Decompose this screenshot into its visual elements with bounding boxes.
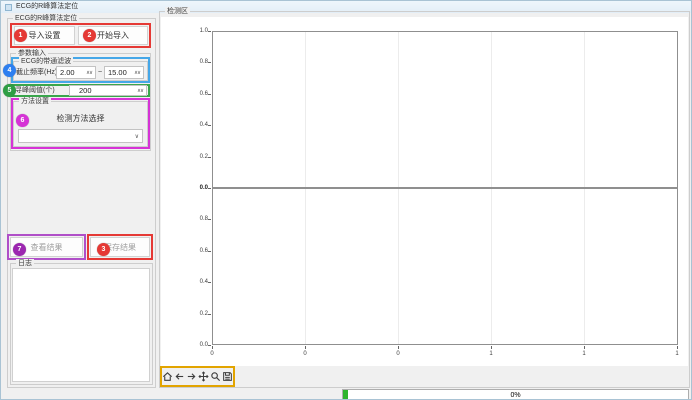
x-tick-label: 1 bbox=[481, 351, 501, 357]
window-title: ECG的R峰算法定位 bbox=[16, 3, 78, 11]
tick-mark bbox=[208, 62, 211, 63]
save-figure-icon[interactable] bbox=[222, 371, 233, 383]
tick-mark bbox=[208, 219, 211, 220]
method-combobox[interactable]: ∨ bbox=[18, 129, 143, 143]
tick-mark bbox=[491, 346, 492, 349]
zoom-icon[interactable] bbox=[210, 371, 221, 383]
bottom-subplot-axes bbox=[212, 188, 678, 345]
progress-bar: 0% bbox=[342, 389, 689, 400]
chevron-down-icon[interactable]: ∨ bbox=[135, 133, 139, 140]
forward-arrow-icon[interactable] bbox=[186, 371, 197, 383]
bandpass-frame-label: ECG的带通滤波 bbox=[19, 57, 73, 66]
log-frame-label: 日志 bbox=[16, 259, 34, 268]
app-icon bbox=[5, 4, 12, 11]
y-tick-label: 0.8 bbox=[189, 216, 208, 223]
annotation-marker-1: 1 bbox=[14, 29, 27, 42]
y-tick-label: 1.0 bbox=[189, 28, 208, 35]
tick-mark bbox=[208, 125, 211, 126]
y-tick-label: 0.2 bbox=[189, 154, 208, 161]
log-textarea[interactable] bbox=[12, 268, 150, 382]
top-subplot-axes bbox=[212, 31, 678, 188]
tick-mark bbox=[208, 31, 211, 32]
tick-mark bbox=[208, 345, 211, 346]
annotation-marker-2: 2 bbox=[83, 29, 96, 42]
annotation-marker-3: 3 bbox=[97, 243, 110, 256]
x-tick-label: 0 bbox=[295, 351, 315, 357]
progress-percentage: 0% bbox=[343, 391, 688, 400]
tick-mark bbox=[208, 251, 211, 252]
annotation-marker-4: 4 bbox=[3, 64, 16, 77]
method-select-label: 检测方法选择 bbox=[13, 114, 148, 123]
spin-down-icon[interactable]: ∨ bbox=[137, 70, 140, 76]
tick-mark bbox=[305, 346, 306, 349]
range-separator: ~ bbox=[98, 68, 102, 77]
tick-mark bbox=[208, 188, 211, 189]
cutoff-low-value: 2.00 bbox=[60, 68, 86, 77]
y-tick-label: 0.2 bbox=[189, 311, 208, 318]
tick-mark bbox=[677, 346, 678, 349]
detection-area-frame-label: 检测区 bbox=[165, 7, 190, 16]
cutoff-high-spinbox[interactable]: 15.00 ∧∨ bbox=[104, 66, 144, 79]
back-arrow-icon[interactable] bbox=[174, 371, 185, 383]
annotation-marker-5: 5 bbox=[3, 84, 16, 97]
tick-mark bbox=[208, 282, 211, 283]
plot-toolbar bbox=[162, 368, 233, 385]
tick-mark bbox=[212, 346, 213, 349]
tick-mark bbox=[208, 94, 211, 95]
annotation-marker-6: 6 bbox=[16, 114, 29, 127]
app-window: ECG的R峰算法定位 ECG的R峰算法定位 导入设置 开始导入 1 2 参数输入… bbox=[0, 0, 692, 400]
y-tick-label: 0.4 bbox=[189, 279, 208, 286]
tick-mark bbox=[584, 346, 585, 349]
peak-threshold-label: 寻峰阈值(个) bbox=[15, 86, 55, 95]
y-tick-label: 0.6 bbox=[189, 91, 208, 98]
tick-mark bbox=[208, 314, 211, 315]
cutoff-high-value: 15.00 bbox=[108, 68, 134, 77]
spin-down-icon[interactable]: ∨ bbox=[89, 70, 92, 76]
x-tick-label: 1 bbox=[667, 351, 687, 357]
y-tick-label: 0.4 bbox=[189, 122, 208, 129]
x-tick-label: 0 bbox=[202, 351, 222, 357]
y-tick-label: 0.8 bbox=[189, 59, 208, 66]
left-panel-frame-label: ECG的R峰算法定位 bbox=[13, 14, 79, 23]
y-tick-label: 0.6 bbox=[189, 248, 208, 255]
y-tick-label-shared: 0.0 bbox=[189, 185, 208, 192]
peak-threshold-spinbox[interactable]: 200 ∧∨ bbox=[69, 85, 147, 96]
x-tick-label: 1 bbox=[574, 351, 594, 357]
home-icon[interactable] bbox=[162, 371, 173, 383]
plot-canvas[interactable]: 1.0 0.8 0.6 0.4 0.2 0.0 0.8 0.6 0.4 0.2 … bbox=[161, 17, 688, 366]
y-tick-label: 0.0 bbox=[189, 342, 208, 349]
pan-icon[interactable] bbox=[198, 371, 209, 383]
method-frame-label: 方法设置 bbox=[19, 97, 51, 106]
tick-mark bbox=[398, 346, 399, 349]
x-tick-label: 0 bbox=[388, 351, 408, 357]
peak-threshold-value: 200 bbox=[73, 86, 137, 95]
annotation-marker-7: 7 bbox=[13, 243, 26, 256]
cutoff-frequency-label: 截止频率(Hz): bbox=[16, 68, 59, 77]
tick-mark bbox=[208, 157, 211, 158]
cutoff-low-spinbox[interactable]: 2.00 ∧∨ bbox=[56, 66, 96, 79]
spin-down-icon[interactable]: ∨ bbox=[140, 88, 143, 94]
